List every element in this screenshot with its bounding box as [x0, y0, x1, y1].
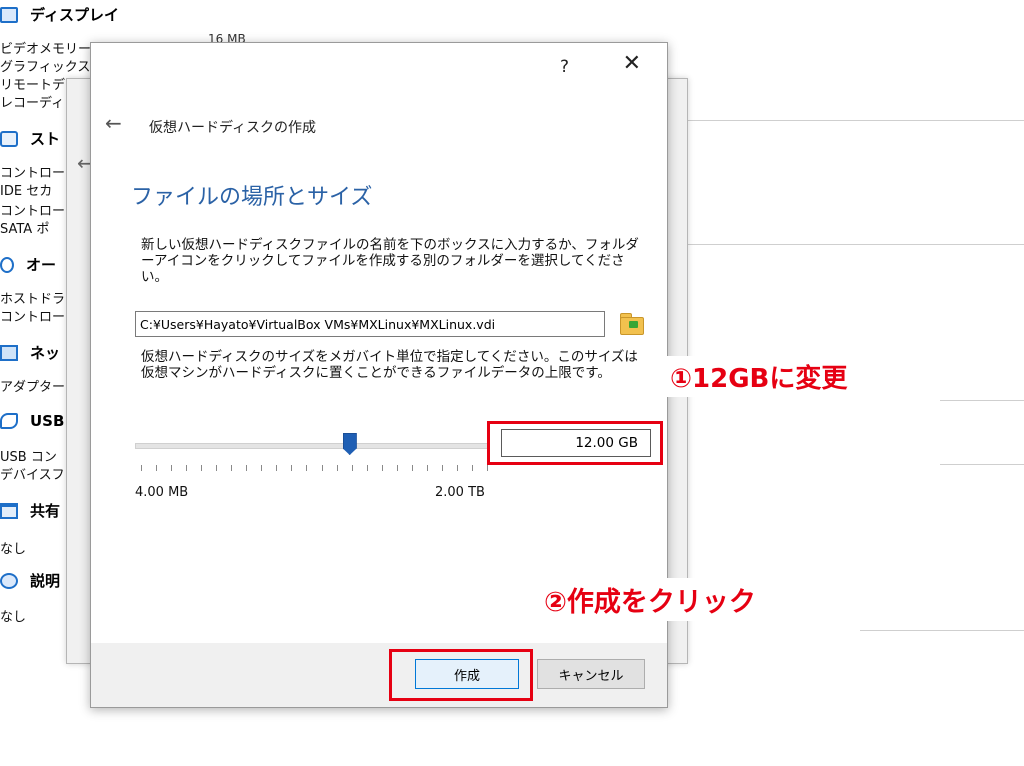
storage-row: IDE セカ	[0, 184, 53, 199]
slider-tick	[201, 465, 203, 471]
slider-tick	[351, 465, 353, 471]
audio-row: コントロー	[0, 310, 66, 325]
slider-tick	[411, 465, 413, 471]
storage-row: SATA ポ	[0, 222, 50, 237]
audio-row: ホストドラ	[0, 292, 66, 307]
slider-tick	[216, 465, 218, 471]
wizard-content: ファイルの場所とサイズ 新しい仮想ハードディスクファイルの名前を下のボックスに入…	[91, 153, 667, 643]
slider-tick	[471, 465, 473, 471]
network-section-header[interactable]: ネッ	[0, 342, 60, 363]
slider-min-label: 4.00 MB	[135, 485, 189, 500]
description-row: なし	[0, 610, 27, 625]
slider-tick	[441, 465, 443, 471]
divider	[860, 630, 1024, 631]
help-button[interactable]: ?	[560, 57, 569, 77]
usb-section-header[interactable]: USB	[0, 412, 64, 430]
display-section-header[interactable]: ディスプレイ	[0, 4, 119, 25]
slider-tick	[141, 465, 142, 471]
slider-tick	[487, 465, 488, 471]
slider-tick	[156, 465, 158, 471]
dialog-footer: 作成 キャンセル	[91, 643, 667, 707]
slider-tick	[171, 465, 173, 471]
size-description: 仮想ハードディスクのサイズをメガバイト単位で指定してください。このサイズは仮想マ…	[141, 349, 638, 381]
wizard-title: 仮想ハードディスクの作成	[149, 120, 317, 136]
size-slider-track[interactable]	[135, 443, 489, 449]
choose-folder-button[interactable]	[619, 311, 645, 335]
display-row: レコーディ	[0, 96, 65, 111]
size-slider-thumb[interactable]	[342, 433, 357, 455]
slider-tick	[366, 465, 368, 471]
divider	[940, 464, 1024, 465]
slider-tick	[186, 465, 188, 471]
slider-tick	[261, 465, 263, 471]
folder-icon	[0, 502, 18, 519]
usb-header-label: USB	[30, 412, 65, 430]
display-row: グラフィックスコ	[0, 60, 104, 75]
back-button[interactable]: ←	[105, 111, 122, 135]
usb-row: USB コン	[0, 450, 57, 465]
audio-header-label: オー	[26, 256, 57, 274]
slider-tick	[456, 465, 458, 471]
slider-tick	[396, 465, 398, 471]
arrow-up-icon	[629, 321, 638, 328]
location-description: 新しい仮想ハードディスクファイルの名前を下のボックスに入力するか、フォルダーアイ…	[141, 237, 639, 285]
disk-icon	[0, 130, 18, 147]
usb-row: デバイスフ	[0, 468, 65, 483]
dialog-titlebar: ? ✕	[91, 43, 667, 93]
divider	[940, 400, 1024, 401]
size-slider-ticks	[141, 465, 488, 473]
storage-header-label: スト	[30, 130, 61, 148]
file-path-input[interactable]	[135, 311, 605, 337]
annotation-step-2: ②作成をクリック	[538, 578, 762, 621]
network-header-label: ネッ	[30, 344, 61, 362]
create-button-highlight	[389, 649, 533, 701]
slider-tick	[246, 465, 248, 471]
network-row: アダプター	[0, 380, 66, 395]
slider-tick	[321, 465, 323, 471]
display-row: ビデオメモリー	[0, 42, 92, 57]
slider-tick	[336, 465, 338, 471]
description-header-label: 説明	[30, 572, 61, 590]
divider	[686, 244, 1024, 245]
slider-max-label: 2.00 TB	[435, 485, 485, 500]
monitor-icon	[0, 6, 18, 23]
wizard-header: ← 仮想ハードディスクの作成	[91, 93, 667, 153]
slider-tick	[306, 465, 308, 471]
usb-icon	[0, 413, 18, 429]
description-icon	[0, 572, 18, 589]
audio-section-header[interactable]: オー	[0, 254, 56, 275]
shared-row: なし	[0, 542, 27, 557]
shared-header-label: 共有	[30, 502, 61, 520]
storage-row: コントロー	[0, 204, 66, 219]
cancel-button[interactable]: キャンセル	[537, 659, 645, 689]
network-icon	[0, 344, 18, 361]
slider-tick	[381, 465, 383, 471]
size-input-highlight	[487, 421, 663, 465]
divider	[686, 120, 1024, 121]
slider-tick	[426, 465, 428, 471]
slider-tick	[231, 465, 233, 471]
speaker-icon	[0, 256, 14, 273]
storage-section-header[interactable]: スト	[0, 128, 60, 149]
shared-section-header[interactable]: 共有	[0, 500, 60, 521]
description-section-header[interactable]: 説明	[0, 570, 60, 591]
storage-row: コントロー	[0, 166, 66, 181]
section-title: ファイルの場所とサイズ	[131, 185, 373, 210]
annotation-step-1: ①12GBに変更	[664, 356, 854, 397]
slider-tick	[276, 465, 278, 471]
slider-tick	[291, 465, 293, 471]
display-header-label: ディスプレイ	[30, 6, 119, 24]
close-button[interactable]: ✕	[623, 53, 641, 75]
